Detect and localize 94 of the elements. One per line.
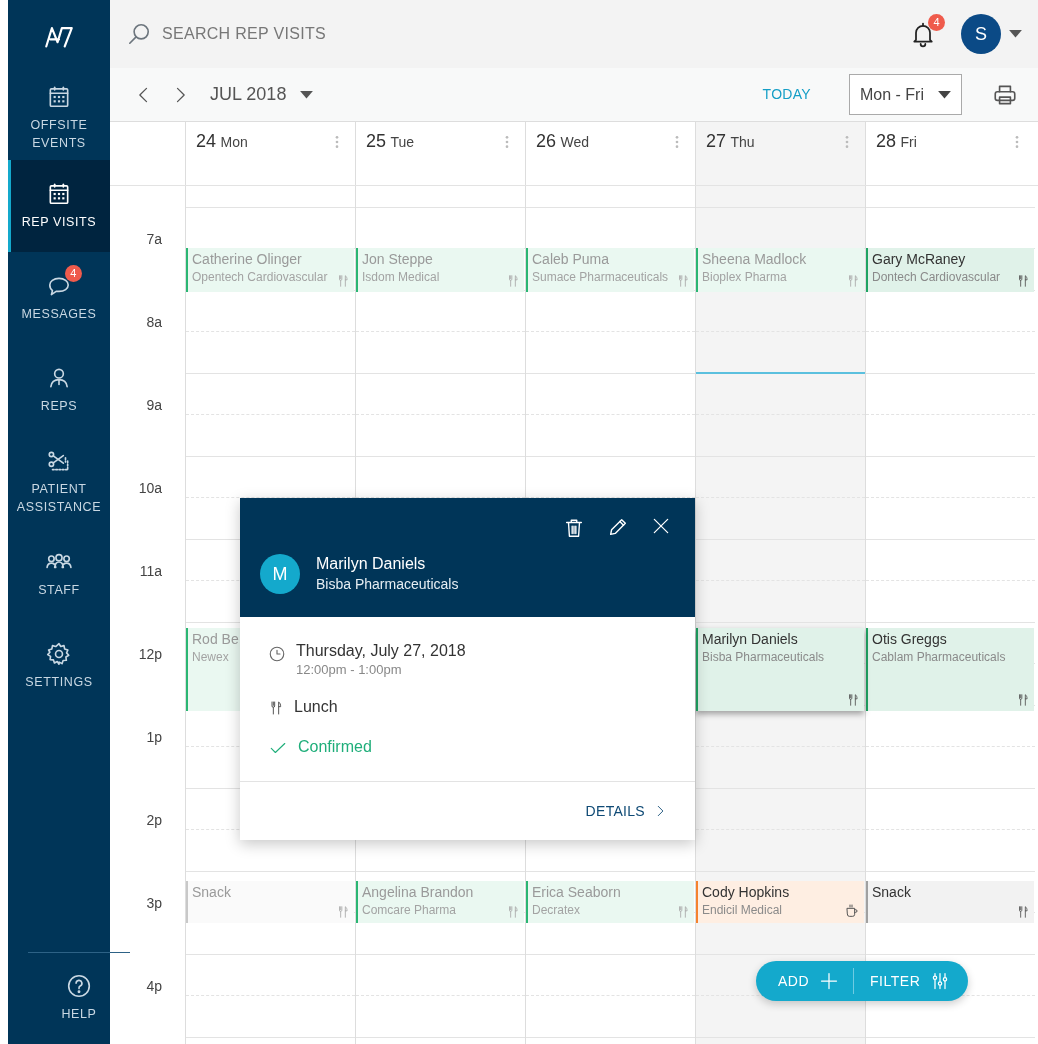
rep-name: Snack <box>192 883 231 902</box>
hour-label: 12p <box>138 646 162 662</box>
hour-label: 1p <box>146 729 162 745</box>
company-name: Newex <box>192 649 229 665</box>
hour-label: 8a <box>146 314 162 330</box>
rep-name: Otis Greggs <box>872 630 947 649</box>
rep-name: Marilyn Daniels <box>702 630 798 649</box>
event-card[interactable]: Gary McRaney Dontech Cardiovascular <box>866 248 1034 292</box>
plus-icon <box>819 971 840 991</box>
rep-name: Gary McRaney <box>872 250 966 269</box>
day-number: 24 <box>196 131 217 151</box>
rep-name: Caleb Puma <box>532 250 610 269</box>
day-number: 25 <box>366 131 387 151</box>
hour-label: 3p <box>146 895 162 911</box>
day-number: 28 <box>876 131 897 151</box>
event-card[interactable]: Marilyn Daniels Bisba Pharmaceuticals <box>696 628 864 711</box>
fork-knife-icon <box>676 273 690 289</box>
fork-knife-icon <box>846 692 860 708</box>
weekday-label: Fri <box>900 134 917 150</box>
visit-status: Confirmed <box>298 737 372 757</box>
rep-avatar: M <box>260 554 300 594</box>
company-name: Endicil Medical <box>702 902 783 918</box>
visit-time: 12:00pm - 1:00pm <box>296 661 403 679</box>
fork-knife-icon <box>336 273 350 289</box>
event-card[interactable]: Snack <box>866 881 1034 923</box>
search-field[interactable]: SEARCH REP VISITS <box>160 21 460 47</box>
company-name: Sumace Pharmaceuticals <box>532 269 669 285</box>
notification-badge: 4 <box>928 14 945 31</box>
fork-knife-icon <box>1016 692 1030 708</box>
close-icon <box>651 516 671 536</box>
weekday-label: Thu <box>730 134 755 150</box>
rep-name: Rod Be <box>192 630 239 649</box>
sidebar-item[interactable]: REPS <box>8 344 110 436</box>
search-icon <box>126 21 152 47</box>
fork-knife-icon <box>846 273 860 289</box>
help-icon <box>66 972 92 999</box>
hour-label: 11a <box>139 563 162 579</box>
settings-icon <box>46 641 72 667</box>
weekday-label: Mon <box>220 134 248 150</box>
rep-name: Jon Steppe <box>362 250 433 269</box>
sidebar-item[interactable]: OFFSITE EVENTS <box>8 76 110 160</box>
company-name: Opentech Cardiovascular <box>192 269 328 285</box>
sidebar-item[interactable]: 4 MESSAGES <box>8 252 110 344</box>
coffee-cup-icon <box>844 902 860 920</box>
visit-date: Thursday, July 27, 2018 <box>296 641 466 661</box>
fork-knife-icon <box>506 273 520 289</box>
notification-badge: 4 <box>65 265 82 282</box>
company-name: Bisba Pharmaceuticals <box>316 575 459 594</box>
details-link[interactable]: DETAILS <box>585 800 667 822</box>
event-card[interactable]: Cody Hopkins Endicil Medical <box>696 881 864 923</box>
weekday-label: Wed <box>560 134 590 150</box>
caret-icon <box>938 90 951 99</box>
rep-name: Cody Hopkins <box>702 883 790 902</box>
rep-name: Snack <box>872 883 911 902</box>
company-name: Cablam Pharmaceuticals <box>872 649 1006 665</box>
range-select[interactable]: Mon - Fri <box>849 74 962 115</box>
sidebar-item[interactable]: STAFF <box>8 528 110 620</box>
meal-type: Lunch <box>294 697 338 717</box>
user-avatar[interactable]: S <box>961 14 1001 54</box>
sidebar-item[interactable]: REP VISITS <box>8 160 110 252</box>
hour-label: 4p <box>146 978 162 994</box>
hour-label: 10a <box>138 480 162 496</box>
sidebar-item[interactable]: PATIENT ASSISTANCE <box>8 436 110 528</box>
sidebar-item[interactable]: SETTINGS <box>8 620 110 712</box>
rep-name: Angelina Brandon <box>362 883 474 902</box>
fork-knife-icon <box>1016 273 1030 289</box>
help-button[interactable]: HELP <box>28 952 130 1044</box>
company-name: Decratex <box>532 902 581 918</box>
fork-knife-icon <box>506 904 520 920</box>
fork-knife-icon <box>676 904 690 920</box>
company-name: Dontech Cardiovascular <box>872 269 1001 285</box>
company-name: Bioplex Pharma <box>702 269 787 285</box>
company-name: Isdom Medical <box>362 269 440 285</box>
weekday-label: Tue <box>390 134 415 150</box>
clock-icon <box>268 645 286 663</box>
day-number: 26 <box>536 131 557 151</box>
month-picker[interactable]: JUL 2018 <box>210 81 314 108</box>
rep-name: Catherine Olinger <box>192 250 302 269</box>
company-name: Comcare Pharma <box>362 902 457 918</box>
rep-name: Sheena Madlock <box>702 250 807 269</box>
rep-name: Marilyn Daniels <box>316 554 427 574</box>
caret-icon <box>300 90 314 99</box>
caret-icon <box>1009 30 1022 38</box>
fork-knife-icon <box>268 699 284 717</box>
company-name: Bisba Pharmaceuticals <box>702 649 825 665</box>
hour-label: 7a <box>146 231 162 247</box>
day-number: 27 <box>706 131 727 151</box>
fork-knife-icon <box>1016 904 1030 920</box>
hour-label: 2p <box>146 812 162 828</box>
fork-knife-icon <box>336 904 350 920</box>
rep-name: Erica Seaborn <box>532 883 621 902</box>
pencil-icon <box>607 516 629 538</box>
hour-label: 9a <box>146 397 162 413</box>
event-card[interactable]: Otis Greggs Cablam Pharmaceuticals <box>866 628 1034 711</box>
